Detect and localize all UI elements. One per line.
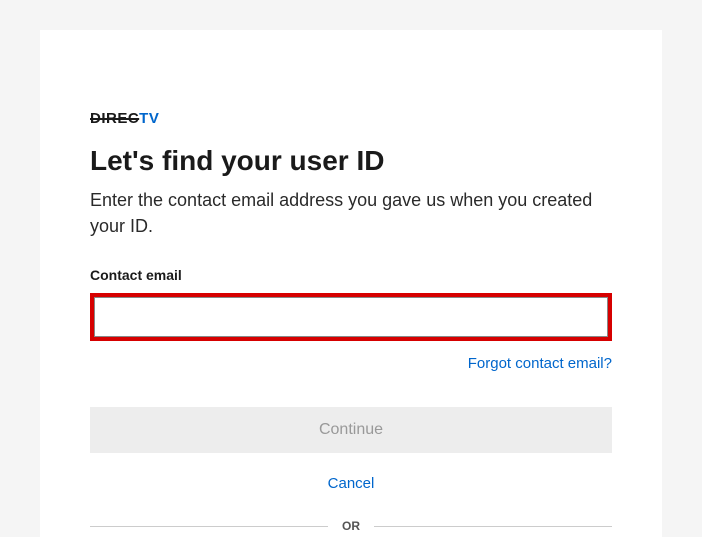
continue-button[interactable]: Continue — [90, 407, 612, 453]
forgot-contact-email-link[interactable]: Forgot contact email? — [468, 355, 612, 372]
logo-part-tv: TV — [139, 110, 159, 127]
forgot-row: Forgot contact email? — [90, 355, 612, 373]
email-input[interactable] — [94, 297, 608, 337]
divider-line-right — [374, 526, 612, 527]
directv-logo: DIRECTV — [90, 110, 159, 127]
email-input-highlight — [90, 293, 612, 341]
auth-card: DIRECTV Let's find your user ID Enter th… — [40, 30, 662, 537]
divider-line-left — [90, 526, 328, 527]
logo-part-direc: DIREC — [90, 110, 139, 127]
divider-text: OR — [342, 519, 360, 533]
page-subtitle: Enter the contact email address you gave… — [90, 187, 612, 239]
cancel-row: Cancel — [90, 475, 612, 493]
email-label: Contact email — [90, 267, 612, 283]
page-title: Let's find your user ID — [90, 145, 612, 177]
cancel-link[interactable]: Cancel — [328, 475, 375, 492]
or-divider: OR — [90, 519, 612, 533]
